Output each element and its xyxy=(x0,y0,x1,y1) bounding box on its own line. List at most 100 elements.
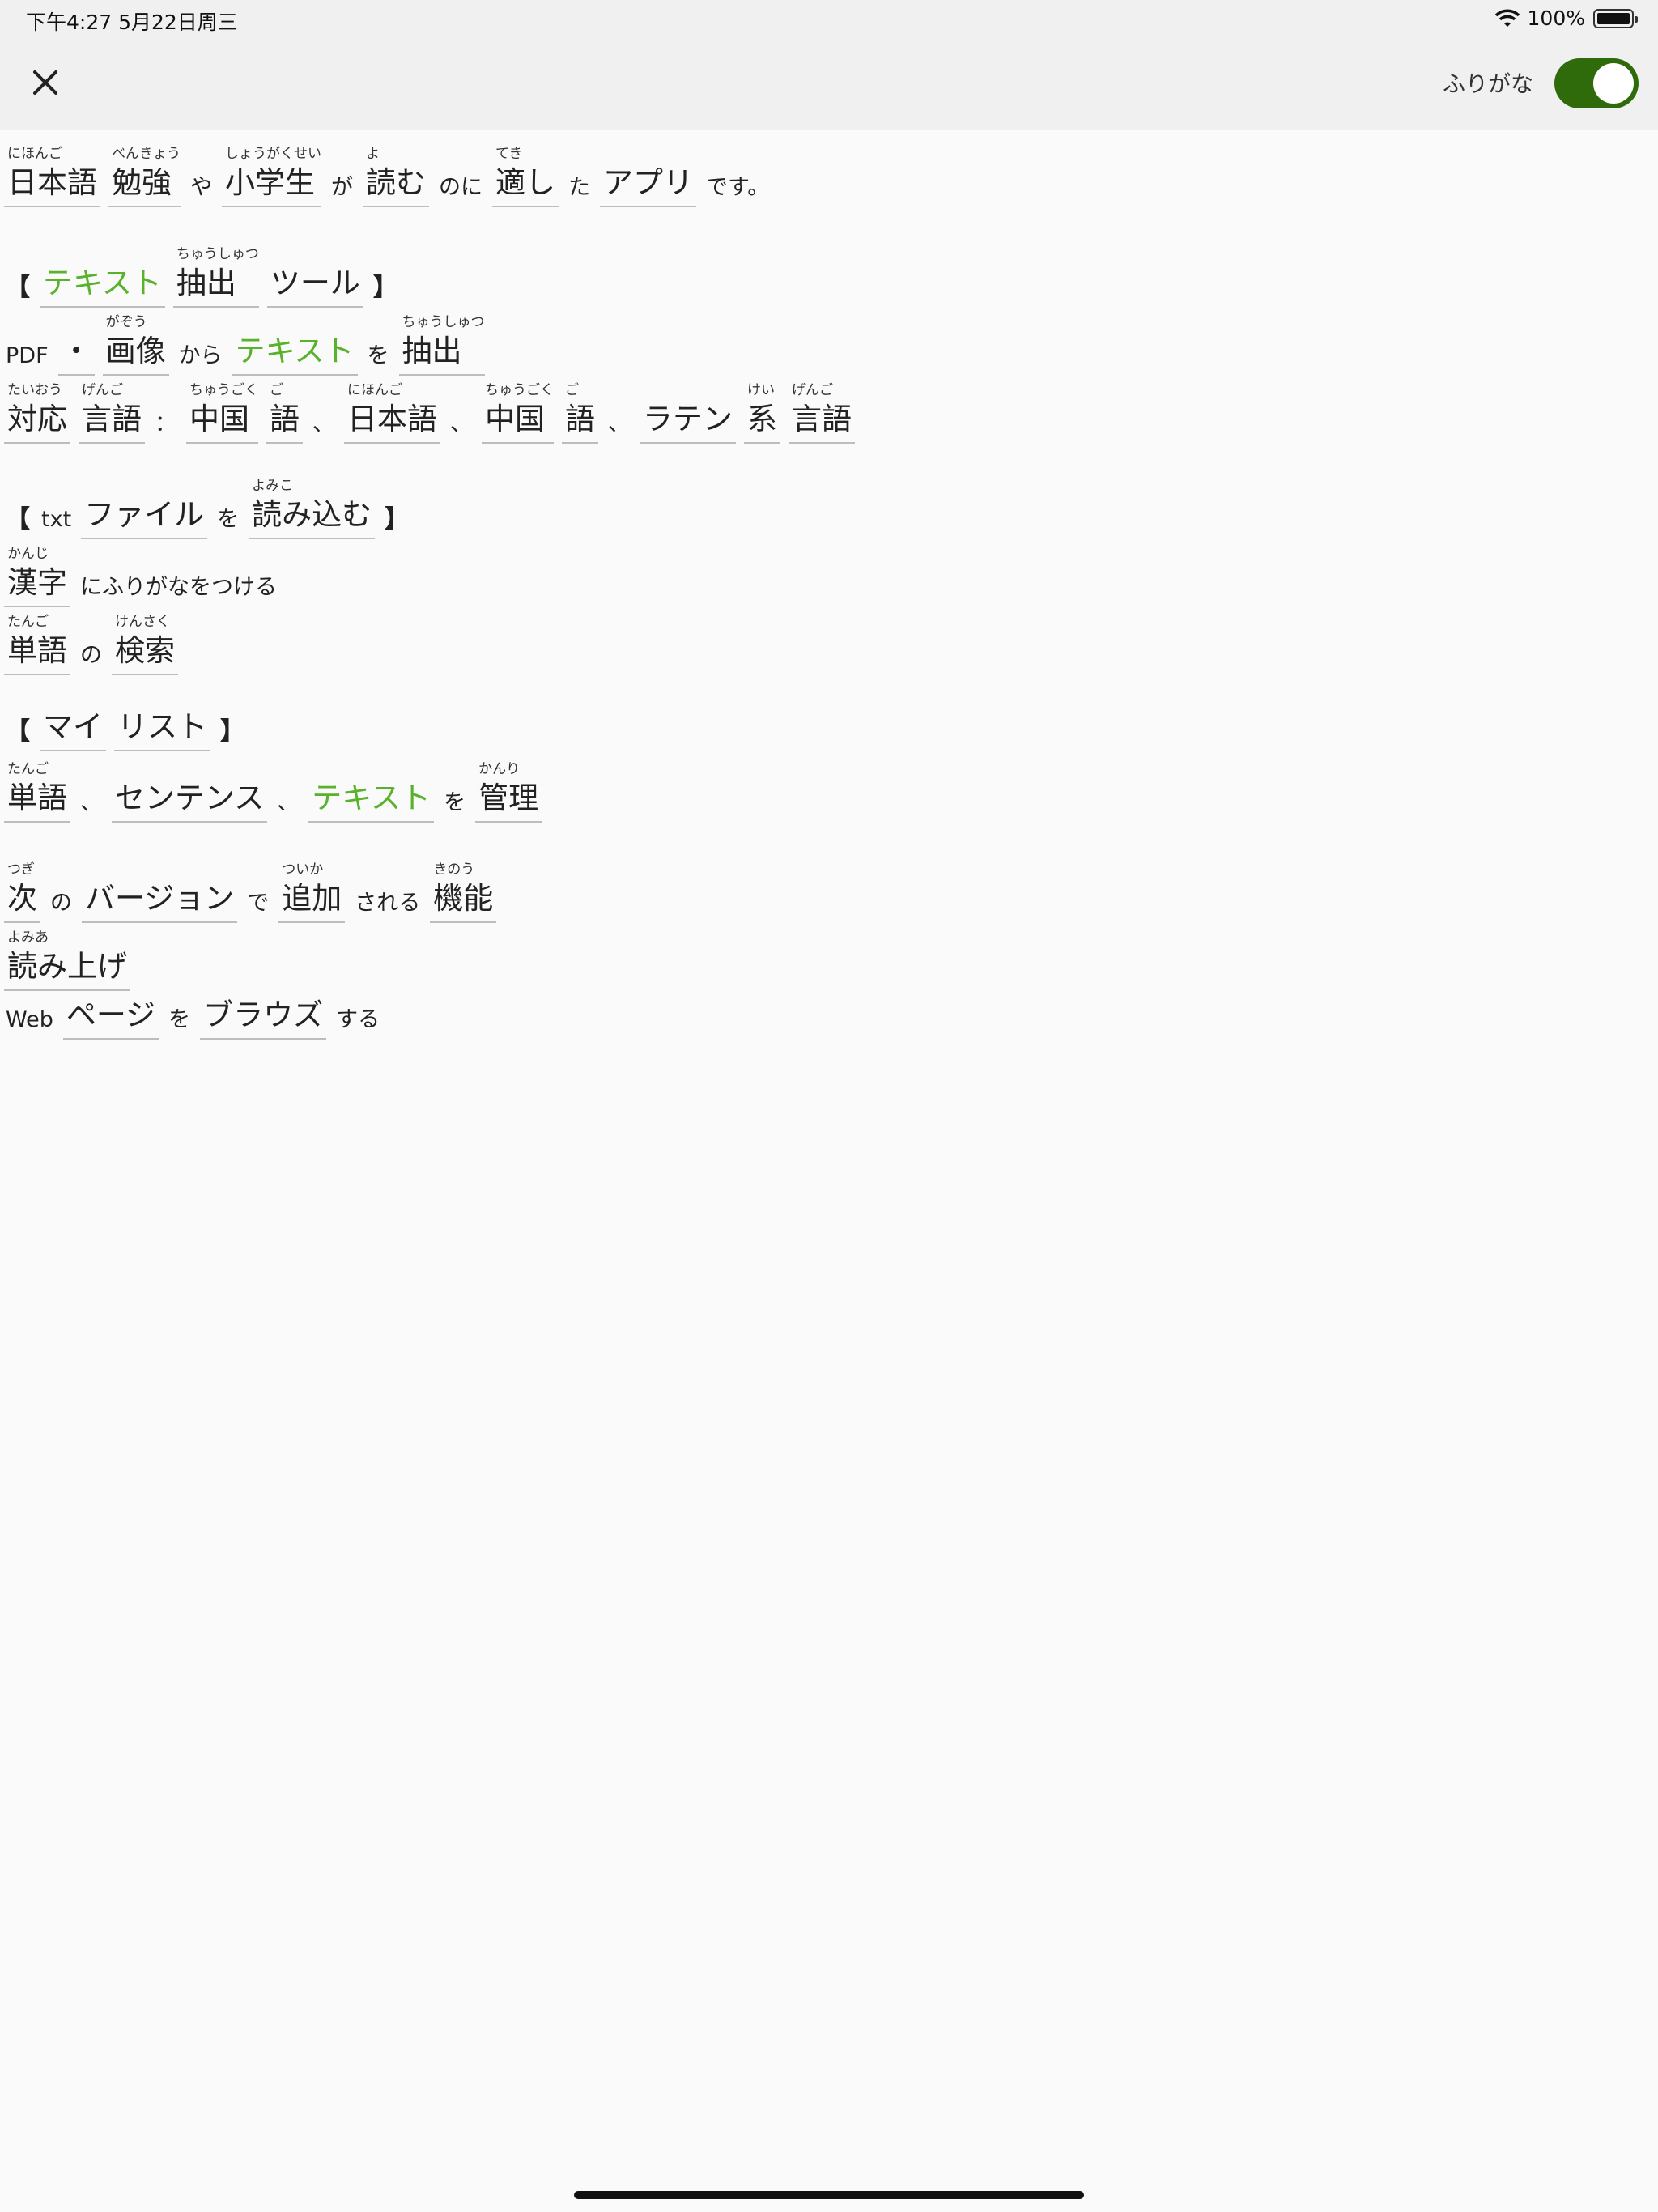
plain-text-content: を xyxy=(367,343,389,368)
word-text: 検索 xyxy=(112,632,178,675)
furigana-reading xyxy=(308,759,434,779)
plain-text: 、 xyxy=(449,385,474,444)
plain-text-content: ： xyxy=(155,411,176,436)
furigana-reading xyxy=(200,976,326,996)
word-link[interactable]: ちゅうごく 中国 xyxy=(186,381,258,444)
furigana-reading: がぞう xyxy=(105,314,147,330)
plain-text-content: のに xyxy=(439,175,483,200)
word-link[interactable]: ブラウズ xyxy=(200,976,327,1040)
word-link[interactable]: ちゅうごく 中国 xyxy=(482,381,554,444)
word-text: バージョン xyxy=(82,879,238,923)
plain-text: から xyxy=(177,317,224,376)
green-word-link[interactable]: テキスト xyxy=(232,313,358,376)
plain-text-content: 、 xyxy=(312,411,334,436)
plain-text-content: 、 xyxy=(277,790,300,815)
word-link[interactable]: げんご 言語 xyxy=(79,381,145,444)
plain-text: を xyxy=(366,317,391,376)
word-text: ファイル xyxy=(81,496,208,539)
plain-text-content: Web xyxy=(6,1007,53,1032)
text-line: 【 txt ファイルをよみこ 読み込む】 xyxy=(0,476,414,549)
plain-text-content: する xyxy=(336,1007,380,1032)
bracket: 】 xyxy=(372,249,399,308)
word-link[interactable]: ファイル xyxy=(81,476,208,539)
word-link[interactable]: きのう 機能 xyxy=(430,860,497,923)
close-icon[interactable] xyxy=(24,62,66,104)
word-text: 勉強 xyxy=(108,164,181,207)
word-link[interactable]: かんり 管理 xyxy=(475,759,542,823)
plain-text-content: で xyxy=(247,891,270,916)
plain-text-content: を xyxy=(217,507,240,532)
word-link[interactable]: アプリ xyxy=(600,144,696,207)
word-link[interactable]: しょうがくせい 小学生 xyxy=(222,144,321,207)
word-text: 画像 xyxy=(102,332,169,376)
top-navigation-bar: ふりがな xyxy=(0,39,1658,130)
plain-text-content: PDF xyxy=(6,343,49,368)
text-line: たんご 単語のけんさく 検索 xyxy=(0,612,182,685)
word-link[interactable]: たんご 単語 xyxy=(4,612,70,675)
plain-text: txt xyxy=(40,481,73,539)
word-link[interactable]: にほんご 日本語 xyxy=(4,144,100,207)
furigana-reading: かんり xyxy=(478,761,521,777)
word-link[interactable]: つぎ次 xyxy=(4,860,40,923)
word-text: 管理 xyxy=(475,779,542,823)
word-text: 追加 xyxy=(278,879,346,923)
furigana-reading xyxy=(63,976,159,996)
furigana-reading: ちゅうしゅつ xyxy=(176,246,259,262)
plain-text: 、 xyxy=(606,385,631,444)
plain-text-content: を xyxy=(168,1007,191,1032)
word-link[interactable]: ツール xyxy=(266,245,363,308)
word-link[interactable]: たんご 単語 xyxy=(4,759,70,823)
bracket-text: 】 xyxy=(385,505,410,534)
furigana-reading: てき xyxy=(495,146,523,162)
battery-icon xyxy=(1593,8,1638,28)
word-link[interactable]: バージョン xyxy=(82,860,238,923)
word-link[interactable]: たいおう 対応 xyxy=(4,381,70,444)
text-line: 【テキスト ちゅうしゅつ 抽出 ツール】 xyxy=(0,245,403,317)
word-link[interactable]: ご語 xyxy=(266,381,303,444)
word-link[interactable]: げんご 言語 xyxy=(789,381,855,444)
word-link[interactable]: リスト xyxy=(114,688,210,751)
plain-text-content: た xyxy=(568,175,590,200)
word-link[interactable]: マイ xyxy=(40,688,106,751)
furigana-reading xyxy=(600,144,696,164)
word-link[interactable]: がぞう 画像 xyxy=(102,313,169,376)
furigana-reading: ちゅうしゅつ xyxy=(402,314,485,330)
word-link[interactable]: ちゅうしゅつ 抽出 xyxy=(172,245,259,308)
furigana-reading: たんご xyxy=(7,761,49,777)
word-text: 日本語 xyxy=(344,400,440,444)
green-word-link[interactable]: テキスト xyxy=(40,245,165,308)
word-link[interactable]: ラテン xyxy=(640,381,736,444)
plain-text-content: の xyxy=(80,643,102,668)
word-text: ・ xyxy=(57,332,95,376)
word-link[interactable]: センテンス xyxy=(112,759,268,823)
word-link[interactable]: ・ xyxy=(57,313,95,376)
word-link[interactable]: よ読む xyxy=(363,144,429,207)
word-link[interactable]: かんじ 漢字 xyxy=(4,544,70,607)
plain-text: の xyxy=(79,617,104,675)
word-link[interactable]: にほんご 日本語 xyxy=(344,381,440,444)
word-link[interactable]: ちゅうしゅつ 抽出 xyxy=(398,313,485,376)
green-word-link[interactable]: テキスト xyxy=(308,759,435,823)
word-link[interactable]: けんさく 検索 xyxy=(112,612,178,675)
word-text: 単語 xyxy=(4,632,70,675)
word-link[interactable]: べんきょう 勉強 xyxy=(108,144,181,207)
furigana-reading: けい xyxy=(747,382,775,398)
word-link[interactable]: けい系 xyxy=(744,381,780,444)
plain-text-content: や xyxy=(190,175,212,200)
word-text: ラテン xyxy=(640,400,736,444)
word-link[interactable]: ページ xyxy=(62,976,159,1040)
furigana-reading: かんじ xyxy=(7,546,49,562)
word-link[interactable]: ご語 xyxy=(562,381,598,444)
wifi-icon xyxy=(1494,9,1520,27)
word-link[interactable]: ついか 追加 xyxy=(278,860,346,923)
plain-text-content: される xyxy=(355,891,421,916)
bracket-text: 【 xyxy=(6,274,30,302)
furigana-toggle[interactable] xyxy=(1554,58,1639,108)
word-text: 言語 xyxy=(789,400,855,444)
status-bar: 下午4:27 5月22日周三 100% xyxy=(0,0,1658,39)
home-indicator[interactable] xyxy=(574,2191,1084,2199)
plain-text: する xyxy=(334,981,381,1040)
word-link[interactable]: てき 適し xyxy=(492,144,559,207)
plain-text: です。 xyxy=(704,149,771,207)
word-link[interactable]: よみこ 読み込む xyxy=(249,476,376,539)
